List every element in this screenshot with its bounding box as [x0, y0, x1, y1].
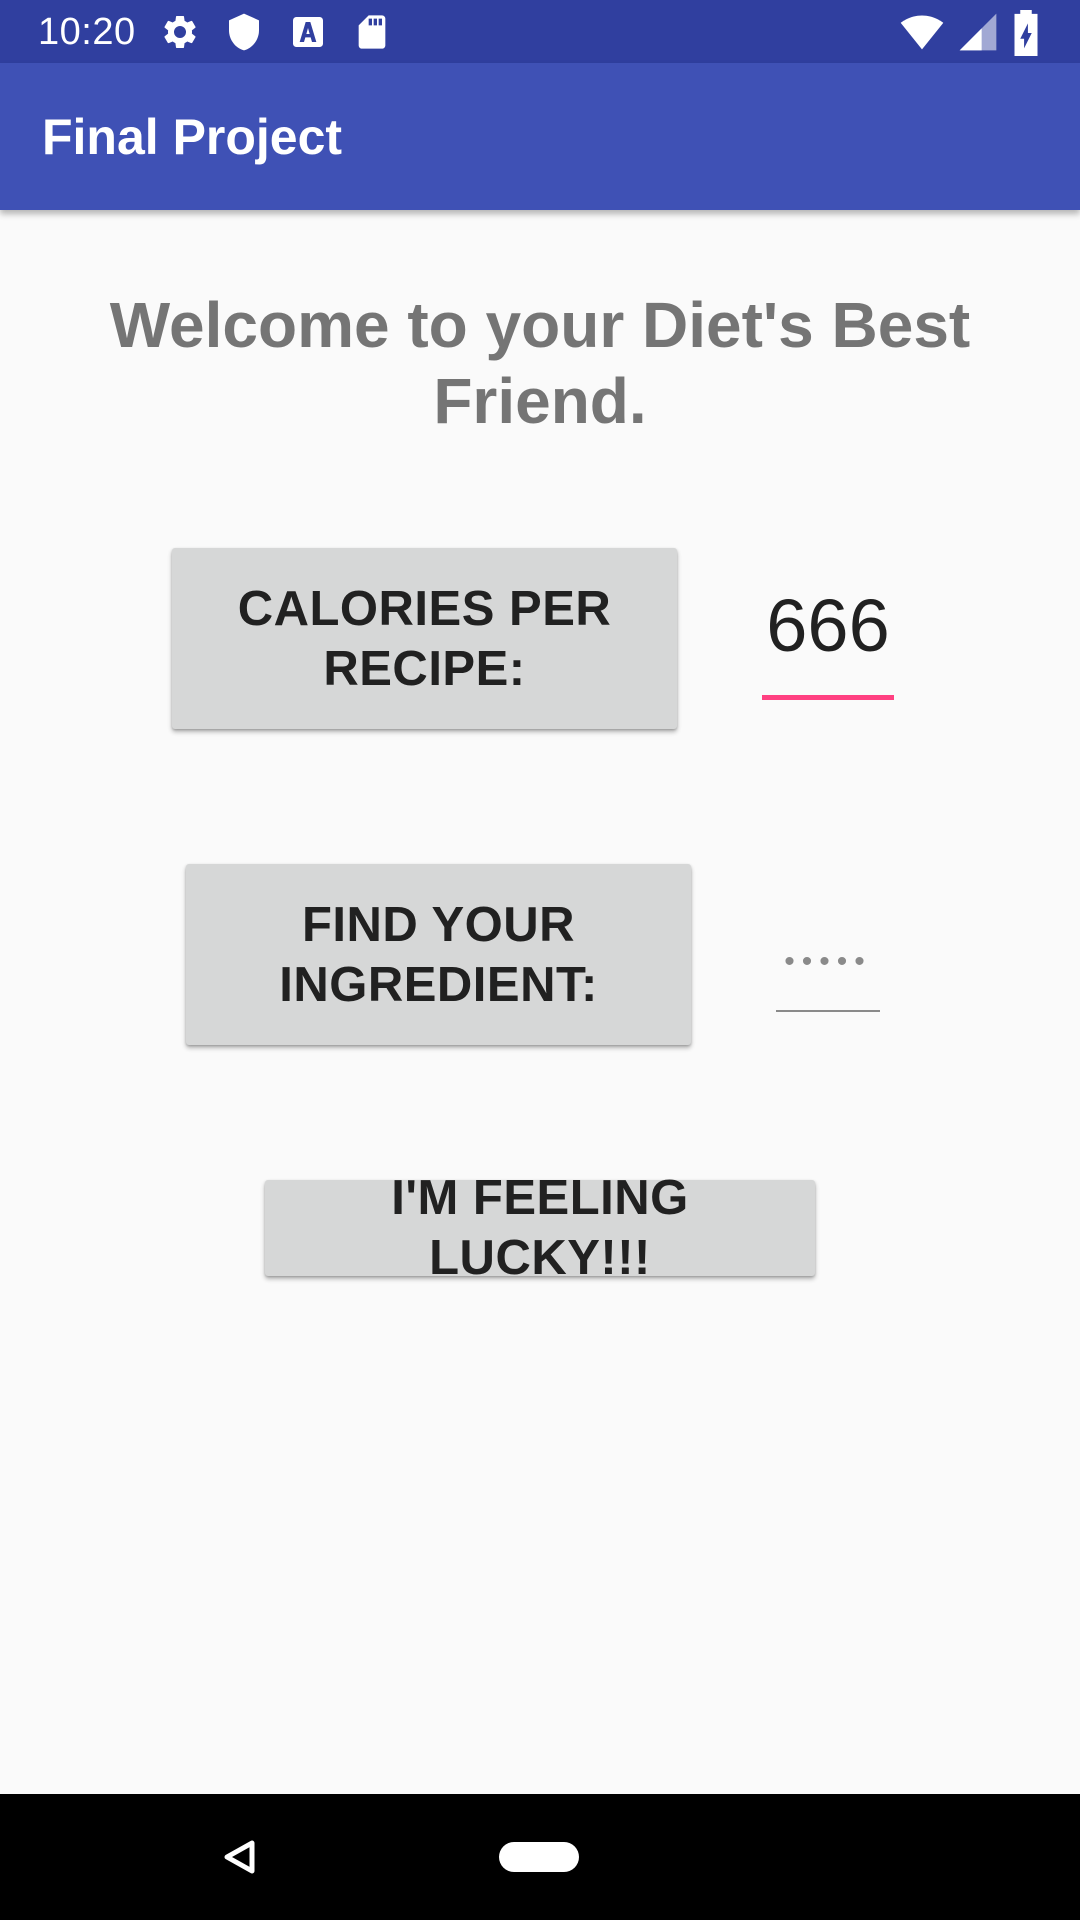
calories-per-recipe-button[interactable]: CALORIES PER RECIPE:: [172, 548, 677, 729]
app-bar: Final Project: [0, 63, 1080, 210]
ingredient-input[interactable]: •••••: [776, 942, 880, 982]
calories-input-underline: [762, 695, 894, 700]
shield-icon: [229, 13, 259, 51]
font-a-icon: [293, 17, 323, 47]
wifi-icon: [900, 15, 944, 50]
gear-icon: [164, 15, 196, 48]
signal-icon: [959, 13, 997, 51]
back-icon[interactable]: [222, 1839, 256, 1875]
calories-input[interactable]: 666: [762, 578, 894, 674]
find-ingredient-button[interactable]: FIND YOUR INGREDIENT:: [186, 864, 691, 1045]
app-title: Final Project: [42, 109, 343, 165]
feeling-lucky-button[interactable]: I'M FEELING LUCKY!!!: [265, 1171, 815, 1285]
ingredient-input-underline: [776, 1010, 880, 1012]
battery-charging-icon: [1014, 10, 1038, 56]
home-icon[interactable]: [499, 1842, 579, 1872]
sd-card-icon: [358, 15, 386, 49]
navigation-bar: [0, 1794, 1080, 1920]
welcome-heading: Welcome to your Diet's Best Friend.: [109, 289, 971, 437]
status-time: 10:20: [38, 11, 136, 53]
status-bar: 10:20: [0, 0, 1080, 63]
